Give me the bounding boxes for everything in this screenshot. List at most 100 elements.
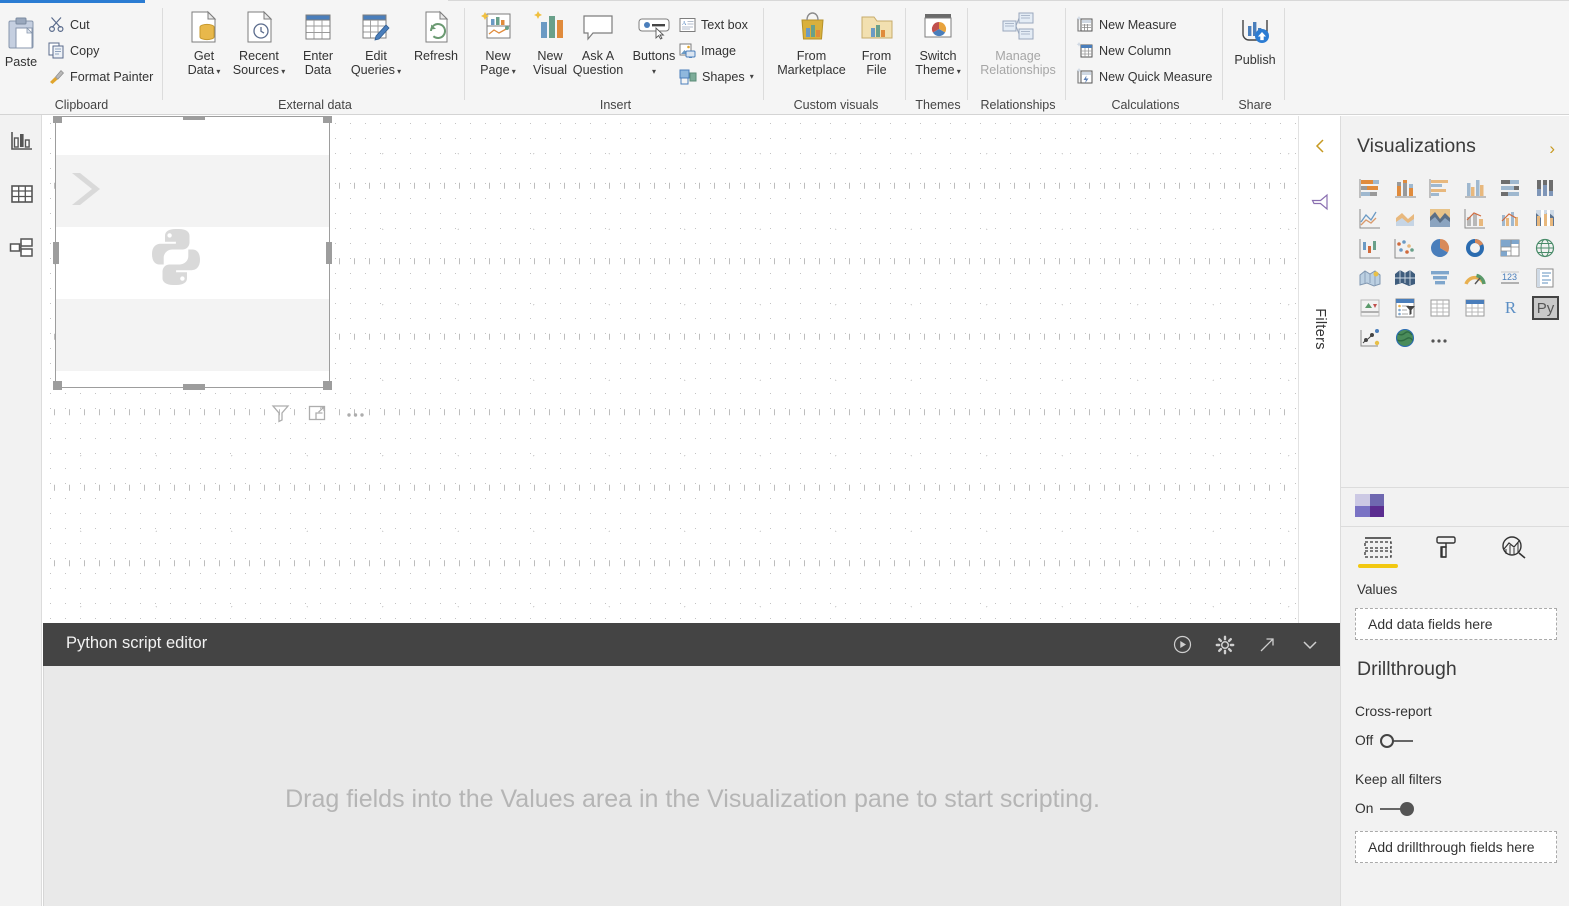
filter-icon[interactable] <box>1311 193 1329 211</box>
viz-100-stacked-column-chart[interactable] <box>1528 173 1563 203</box>
python-script-editor-title: Python script editor <box>66 634 207 653</box>
ask-a-question-button[interactable]: Ask A Question <box>567 6 629 88</box>
viz-map[interactable] <box>1528 233 1563 263</box>
viz-matrix[interactable] <box>1458 293 1493 323</box>
resize-handle-e[interactable] <box>326 242 332 264</box>
edit-queries-button[interactable]: Edit Queries ▾ <box>345 6 407 88</box>
tab-fields[interactable] <box>1355 534 1401 568</box>
viz-more-visuals[interactable] <box>1423 323 1458 353</box>
resize-handle-w[interactable] <box>53 242 59 264</box>
shapes-button[interactable]: Shapes ▾ <box>679 64 754 89</box>
viz-table[interactable] <box>1423 293 1458 323</box>
get-data-button[interactable]: Get Data ▾ <box>173 6 235 88</box>
tab-analytics[interactable] <box>1491 534 1537 568</box>
toggle-switch-off[interactable] <box>1380 734 1414 748</box>
chevron-down-icon[interactable]: ▾ <box>214 67 220 76</box>
viz-area-chart[interactable] <box>1388 203 1423 233</box>
viz-r-script-visual[interactable]: R <box>1493 293 1528 323</box>
values-field-well[interactable]: Add data fields here <box>1355 608 1557 640</box>
new-quick-measure-button[interactable]: New Quick Measure <box>1076 64 1212 89</box>
resize-handle-se[interactable] <box>323 381 332 390</box>
viz-slicer[interactable] <box>1388 293 1423 323</box>
viz-treemap[interactable] <box>1493 233 1528 263</box>
keep-all-filters-toggle[interactable]: On <box>1355 801 1414 816</box>
tab-format[interactable] <box>1423 534 1469 568</box>
refresh-button[interactable]: Refresh <box>405 6 467 88</box>
from-marketplace-button[interactable]: From Marketplace <box>774 6 849 88</box>
viz-donut-chart[interactable] <box>1458 233 1493 263</box>
viz-kpi[interactable] <box>1353 293 1388 323</box>
publish-button[interactable]: Publish <box>1225 10 1285 92</box>
chevron-down-icon[interactable]: ▾ <box>510 67 516 76</box>
viz-shape-map[interactable] <box>1388 263 1423 293</box>
chevron-down-icon[interactable]: ▾ <box>279 67 285 76</box>
viz-arcgis-maps[interactable] <box>1388 323 1423 353</box>
viz-ribbon-chart[interactable] <box>1528 203 1563 233</box>
format-painter-button[interactable]: Format Painter <box>48 64 153 89</box>
sidebar-item-report-view[interactable] <box>9 128 35 154</box>
resize-handle-s[interactable] <box>183 384 205 390</box>
python-visual-placeholder[interactable] <box>55 116 330 388</box>
recent-sources-button[interactable]: Recent Sources ▾ <box>228 6 290 88</box>
buttons-button[interactable]: Buttons ▾ <box>623 6 685 88</box>
image-button[interactable]: Image <box>679 38 736 63</box>
cut-button[interactable]: Cut <box>48 12 90 37</box>
collapse-editor-button[interactable] <box>1300 635 1320 654</box>
cross-report-toggle[interactable]: Off <box>1355 733 1414 748</box>
focus-mode-icon[interactable] <box>308 404 327 423</box>
chevron-left-icon[interactable] <box>1312 138 1328 154</box>
viz-waterfall-chart[interactable] <box>1353 233 1388 263</box>
chevron-down-icon[interactable]: ▾ <box>954 67 960 76</box>
filter-icon[interactable] <box>271 404 290 423</box>
text-box-button[interactable]: A Text box <box>679 12 748 37</box>
viz-card[interactable]: 123 <box>1493 263 1528 293</box>
viz-stacked-area-chart[interactable] <box>1423 203 1458 233</box>
paste-button[interactable]: Paste <box>0 12 42 94</box>
more-options-icon[interactable] <box>345 404 367 423</box>
marketplace-icon <box>793 6 831 48</box>
open-external-editor-button[interactable] <box>1258 635 1277 654</box>
resize-handle-sw[interactable] <box>53 381 62 390</box>
viz-funnel-chart[interactable] <box>1423 263 1458 293</box>
enter-data-button[interactable]: Enter Data <box>287 6 349 88</box>
ask-a-question-label-1: Ask A <box>582 49 614 63</box>
switch-theme-button[interactable]: Switch Theme ▾ <box>908 6 968 88</box>
resize-handle-nw[interactable] <box>53 116 62 123</box>
new-column-button[interactable]: New Column <box>1076 38 1171 63</box>
resize-handle-ne[interactable] <box>323 116 332 123</box>
sidebar-item-model-view[interactable] <box>9 235 35 261</box>
chevron-down-icon[interactable]: ▾ <box>652 67 656 76</box>
script-settings-button[interactable] <box>1215 635 1235 655</box>
drillthrough-field-well[interactable]: Add drillthrough fields here <box>1355 831 1557 863</box>
resize-handle-n[interactable] <box>183 116 205 120</box>
viz-clustered-column-chart[interactable] <box>1458 173 1493 203</box>
manage-relationships-button[interactable]: Manage Relationships <box>970 6 1066 88</box>
new-measure-button[interactable]: New Measure <box>1076 12 1177 37</box>
viz-stacked-column-chart[interactable] <box>1388 173 1423 203</box>
chevron-right-icon[interactable]: › <box>1549 140 1555 157</box>
viz-line-chart[interactable] <box>1353 203 1388 233</box>
theme-color-swatch[interactable] <box>1355 494 1384 517</box>
viz-gauge-chart[interactable] <box>1458 263 1493 293</box>
report-canvas[interactable] <box>43 116 1298 623</box>
viz-scatter-chart[interactable] <box>1388 233 1423 263</box>
sidebar-item-data-view[interactable] <box>9 181 35 207</box>
chevron-down-icon[interactable]: ▾ <box>750 73 754 81</box>
viz-filled-map[interactable] <box>1353 263 1388 293</box>
viz-multi-row-card[interactable] <box>1528 263 1563 293</box>
from-file-button[interactable]: From File <box>854 6 899 88</box>
viz-line-and-stacked-column-chart[interactable] <box>1458 203 1493 233</box>
viz-stacked-bar-chart[interactable] <box>1353 173 1388 203</box>
viz-pie-chart[interactable] <box>1423 233 1458 263</box>
viz-key-influencers[interactable] <box>1353 323 1388 353</box>
viz-100-stacked-bar-chart[interactable] <box>1493 173 1528 203</box>
viz-line-and-clustered-column-chart[interactable] <box>1493 203 1528 233</box>
viz-clustered-bar-chart[interactable] <box>1423 173 1458 203</box>
filters-pane-collapsed[interactable]: Filters <box>1298 116 1340 623</box>
chevron-down-icon[interactable]: ▾ <box>395 67 401 76</box>
run-script-button[interactable] <box>1173 635 1192 654</box>
toggle-switch-on[interactable] <box>1380 802 1414 816</box>
viz-python-visual[interactable]: Py <box>1528 293 1563 323</box>
python-script-editor-body[interactable]: Drag fields into the Values area in the … <box>43 666 1340 906</box>
copy-button[interactable]: Copy <box>48 38 99 63</box>
